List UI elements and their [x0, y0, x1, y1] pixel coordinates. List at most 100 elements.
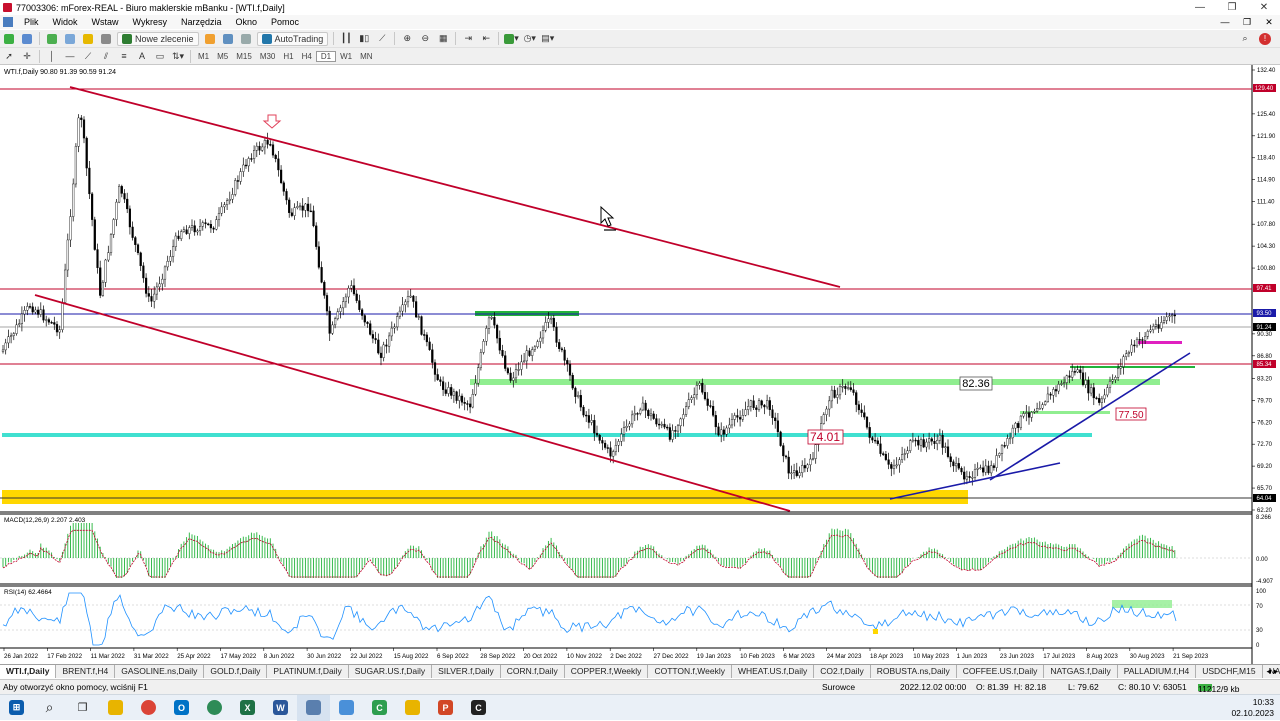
signals-button[interactable]: [239, 32, 253, 46]
menu-insert[interactable]: Wstaw: [85, 17, 126, 27]
tab-copper[interactable]: COPPER.f,Weekly: [565, 665, 649, 678]
tab-wti[interactable]: WTI.f,Daily: [0, 665, 57, 678]
status-profile[interactable]: Surowce: [822, 682, 855, 692]
timeframe-m30[interactable]: M30: [256, 52, 280, 61]
new-order-button[interactable]: Nowe zlecenie: [117, 31, 199, 46]
timeframe-w1[interactable]: W1: [336, 52, 356, 61]
tab-brent[interactable]: BRENT.f,H4: [56, 665, 116, 678]
price-tick-label: 114.90: [1257, 178, 1276, 184]
taskbar-outlook[interactable]: O: [165, 695, 198, 721]
taskbar-search[interactable]: ⌕: [33, 695, 66, 721]
crosshair-icon[interactable]: ✛: [20, 49, 34, 63]
taskbar-capture[interactable]: C: [462, 695, 495, 721]
taskbar-camtasia[interactable]: C: [363, 695, 396, 721]
candle-body: [166, 261, 169, 268]
taskbar-explorer[interactable]: [99, 695, 132, 721]
timeframe-m15[interactable]: M15: [232, 52, 256, 61]
task-view-button[interactable]: ❐: [66, 695, 99, 721]
periods-button[interactable]: ◷▾: [523, 32, 537, 46]
chart-area[interactable]: 82.36 77.50 74.01 WTI.f,Daily 90.80 91.3…: [0, 65, 1280, 664]
tab-cotton[interactable]: COTTON.f,Weekly: [648, 665, 732, 678]
candle-body: [917, 439, 920, 446]
tab-gasoline[interactable]: GASOLINE.ns,Daily: [115, 665, 205, 678]
zoom-in-icon[interactable]: ⊕: [400, 32, 414, 46]
start-button[interactable]: ⊞: [0, 695, 33, 721]
line-chart-button[interactable]: ⟋: [375, 32, 389, 46]
candle-body: [63, 269, 67, 303]
child-minimize-button[interactable]: —: [1214, 15, 1236, 29]
market-watch-button[interactable]: [45, 32, 59, 46]
menu-window[interactable]: Okno: [228, 17, 264, 27]
chart-shift-icon[interactable]: ⇤: [479, 32, 493, 46]
price-tick-label: 86.80: [1257, 354, 1273, 360]
tab-wheat[interactable]: WHEAT.US.f,Daily: [732, 665, 815, 678]
tabs-scroll-icon[interactable]: ◂ ▸: [1266, 666, 1278, 677]
search-icon[interactable]: ⌕: [1238, 32, 1252, 46]
vertical-line-icon[interactable]: │: [45, 49, 59, 63]
menu-file[interactable]: Plik: [17, 17, 46, 27]
profiles-button[interactable]: [20, 32, 34, 46]
taskbar-folder-2[interactable]: [396, 695, 429, 721]
minimize-button[interactable]: —: [1184, 0, 1216, 15]
templates-button[interactable]: ▤▾: [541, 32, 555, 46]
tab-gold[interactable]: GOLD.f,Daily: [204, 665, 268, 678]
timeframe-h4[interactable]: H4: [298, 52, 316, 61]
indicators-button[interactable]: ▾: [504, 32, 519, 46]
strategy-tester-button[interactable]: [203, 32, 217, 46]
tab-coffee[interactable]: COFFEE.US.f,Daily: [957, 665, 1045, 678]
bar-chart-button[interactable]: ┃┃: [339, 32, 353, 46]
horizontal-line-icon[interactable]: ―: [63, 49, 77, 63]
taskbar-chrome-2[interactable]: [198, 695, 231, 721]
tab-platinum[interactable]: PLATINUM.f,Daily: [267, 665, 349, 678]
menu-help[interactable]: Pomoc: [264, 17, 306, 27]
tab-corn[interactable]: CORN.f,Daily: [501, 665, 565, 678]
notification-icon[interactable]: !: [1258, 32, 1272, 46]
menu-tools[interactable]: Narzędzia: [174, 17, 229, 27]
autotrading-button[interactable]: AutoTrading: [256, 31, 329, 46]
menu-charts[interactable]: Wykresy: [126, 17, 174, 27]
timeframe-m5[interactable]: M5: [213, 52, 232, 61]
tab-natgas[interactable]: NATGAS.f,Daily: [1044, 665, 1118, 678]
taskbar-powerpoint[interactable]: P: [429, 695, 462, 721]
taskbar-excel[interactable]: X: [231, 695, 264, 721]
zoom-out-icon[interactable]: ⊖: [418, 32, 432, 46]
timeframe-h1[interactable]: H1: [279, 52, 297, 61]
candle-body: [801, 465, 804, 473]
tab-robusta[interactable]: ROBUSTA.ns,Daily: [871, 665, 957, 678]
label-icon[interactable]: ▭: [153, 49, 167, 63]
rsi-label: RSI(14) 62.4664: [4, 589, 52, 596]
cursor-icon[interactable]: ➚: [2, 49, 16, 63]
metaeditor-button[interactable]: [221, 32, 235, 46]
terminal-button[interactable]: [99, 32, 113, 46]
candlestick-button[interactable]: ▮▯: [357, 32, 371, 46]
tab-palladium[interactable]: PALLADIUM.f,H4: [1118, 665, 1197, 678]
maximize-button[interactable]: ❐: [1216, 0, 1248, 15]
timeframe-m1[interactable]: M1: [194, 52, 213, 61]
taskbar-metatrader[interactable]: [297, 694, 330, 721]
tile-windows-icon[interactable]: ▦: [436, 32, 450, 46]
system-clock[interactable]: 10:33 02.10.2023: [1231, 697, 1274, 719]
channel-icon[interactable]: ⫽: [99, 49, 113, 63]
timeframe-mn[interactable]: MN: [356, 52, 376, 61]
arrows-icon[interactable]: ⇅▾: [171, 49, 185, 63]
tab-co2[interactable]: CO2.f,Daily: [814, 665, 871, 678]
text-icon[interactable]: A: [135, 49, 149, 63]
menu-view[interactable]: Widok: [46, 17, 85, 27]
tab-silver[interactable]: SILVER.f,Daily: [432, 665, 501, 678]
navigator-button[interactable]: [81, 32, 95, 46]
taskbar-chrome[interactable]: [132, 695, 165, 721]
trendline-icon[interactable]: ⟋: [81, 49, 95, 63]
data-window-button[interactable]: [63, 32, 77, 46]
tab-usdchf[interactable]: USDCHF,M15: [1196, 665, 1263, 678]
autotrading-label: AutoTrading: [274, 33, 324, 44]
new-chart-button[interactable]: [2, 32, 16, 46]
taskbar-app-blue[interactable]: [330, 695, 363, 721]
tab-sugar[interactable]: SUGAR.US.f,Daily: [349, 665, 433, 678]
autoscroll-icon[interactable]: ⇥: [461, 32, 475, 46]
taskbar-word[interactable]: W: [264, 695, 297, 721]
close-button[interactable]: ✕: [1248, 0, 1280, 15]
fibonacci-icon[interactable]: ≡: [117, 49, 131, 63]
child-restore-button[interactable]: ❐: [1236, 15, 1258, 29]
child-close-button[interactable]: ✕: [1258, 15, 1280, 29]
timeframe-d1[interactable]: D1: [315, 50, 337, 62]
